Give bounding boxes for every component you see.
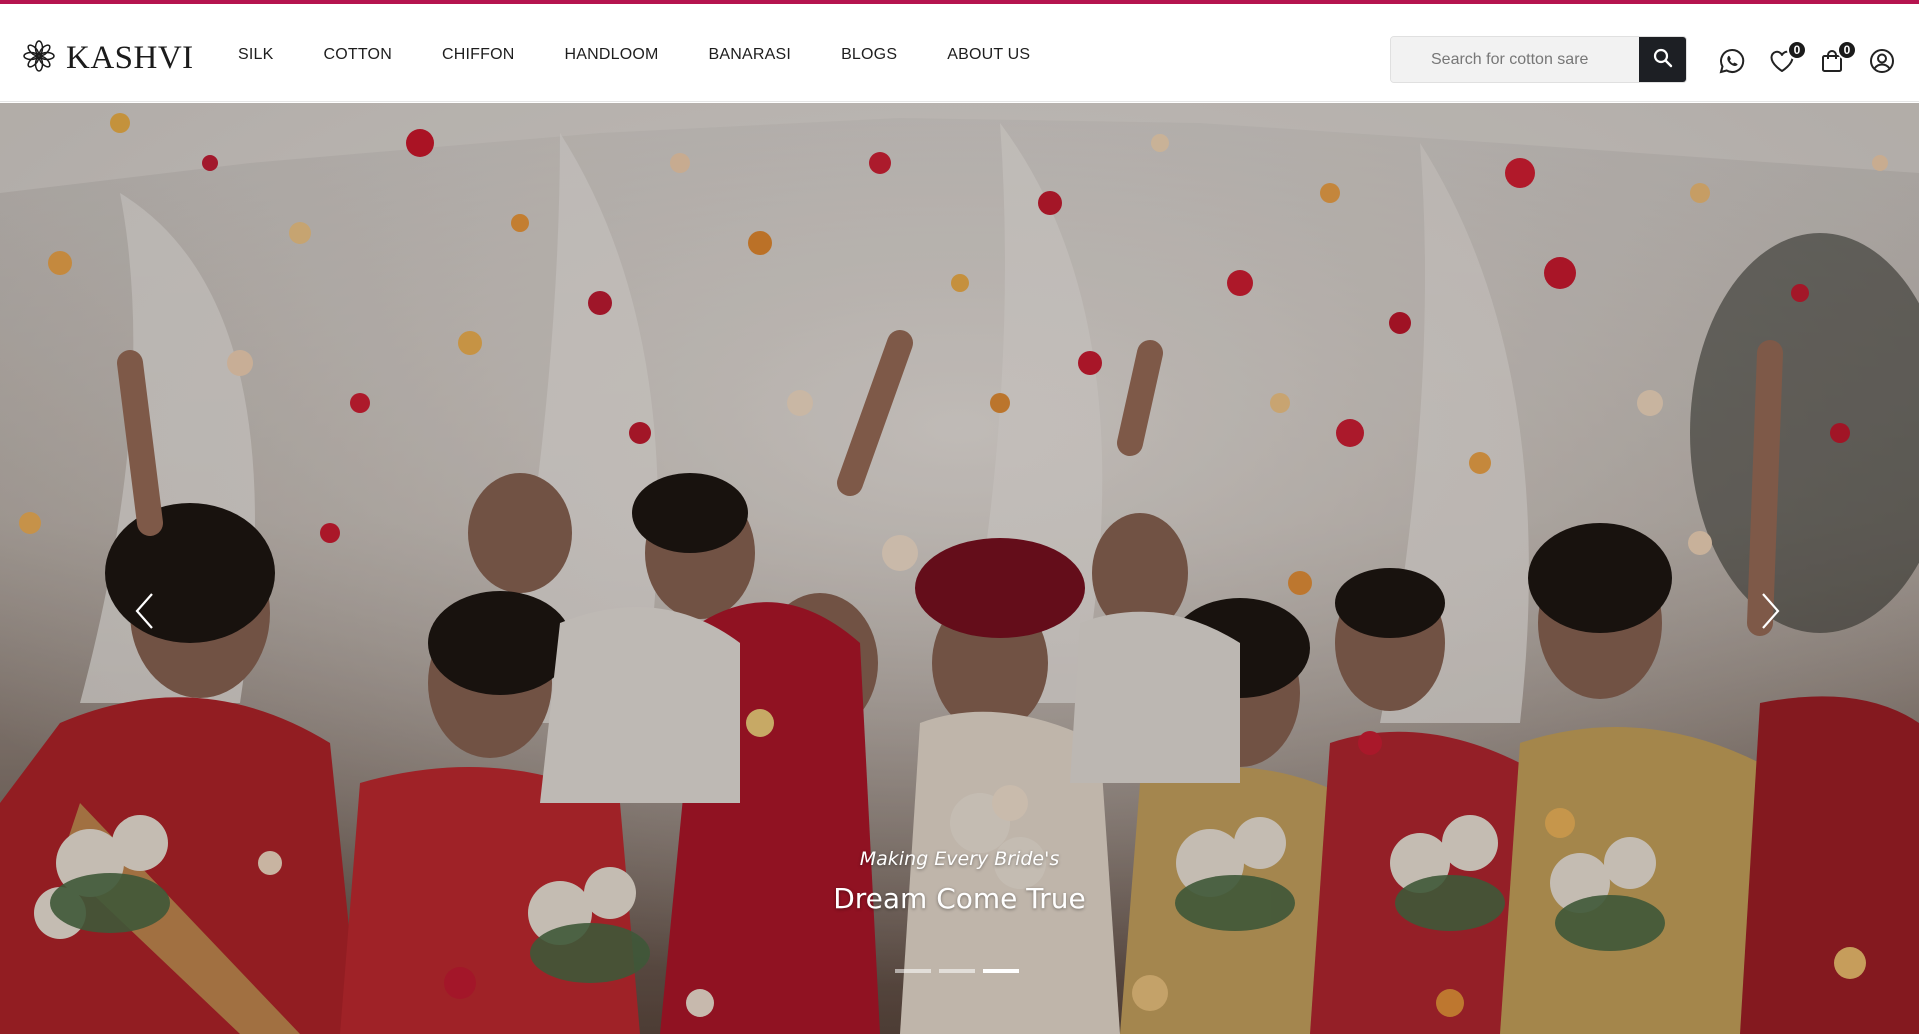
wishlist-count-badge: 0: [1787, 40, 1807, 60]
slider-dot[interactable]: [939, 969, 975, 973]
search-bar: [1390, 36, 1687, 83]
wishlist-button[interactable]: 0: [1768, 40, 1807, 77]
brand-logo[interactable]: KASHVI: [22, 38, 194, 78]
site-header: KASHVI SILK COTTON CHIFFON HANDLOOM BANA…: [0, 4, 1919, 102]
nav-item-handloom[interactable]: HANDLOOM: [564, 46, 658, 64]
whatsapp-button[interactable]: [1718, 47, 1746, 80]
brand-name: KASHVI: [66, 39, 194, 76]
chevron-right-icon: [1760, 591, 1782, 636]
search-icon: [1653, 48, 1673, 73]
nav-item-cotton[interactable]: COTTON: [324, 46, 392, 64]
slider-pagination: [895, 969, 1019, 973]
account-button[interactable]: [1868, 47, 1896, 80]
slider-dot-active[interactable]: [983, 969, 1019, 973]
flower-icon: [22, 39, 56, 78]
whatsapp-icon: [1718, 47, 1746, 80]
nav-item-silk[interactable]: SILK: [238, 46, 274, 64]
search-input[interactable]: [1391, 37, 1639, 82]
nav-item-about-us[interactable]: ABOUT US: [947, 46, 1030, 64]
search-button[interactable]: [1639, 37, 1686, 82]
nav-item-chiffon[interactable]: CHIFFON: [442, 46, 515, 64]
slider-prev-button[interactable]: [124, 583, 164, 643]
slider-dot[interactable]: [895, 969, 931, 973]
chevron-left-icon: [133, 591, 155, 636]
main-nav: SILK COTTON CHIFFON HANDLOOM BANARASI BL…: [238, 46, 1030, 64]
hero-subtitle: Making Every Bride's: [859, 848, 1060, 870]
hero-slider: Making Every Bride's Dream Come True: [0, 103, 1919, 1034]
nav-item-banarasi[interactable]: BANARASI: [709, 46, 792, 64]
user-icon: [1868, 47, 1896, 80]
slider-next-button[interactable]: [1751, 583, 1791, 643]
hero-title: Dream Come True: [833, 882, 1086, 915]
cart-button[interactable]: 0: [1818, 40, 1857, 77]
nav-item-blogs[interactable]: BLOGS: [841, 46, 897, 64]
cart-count-badge: 0: [1837, 40, 1857, 60]
